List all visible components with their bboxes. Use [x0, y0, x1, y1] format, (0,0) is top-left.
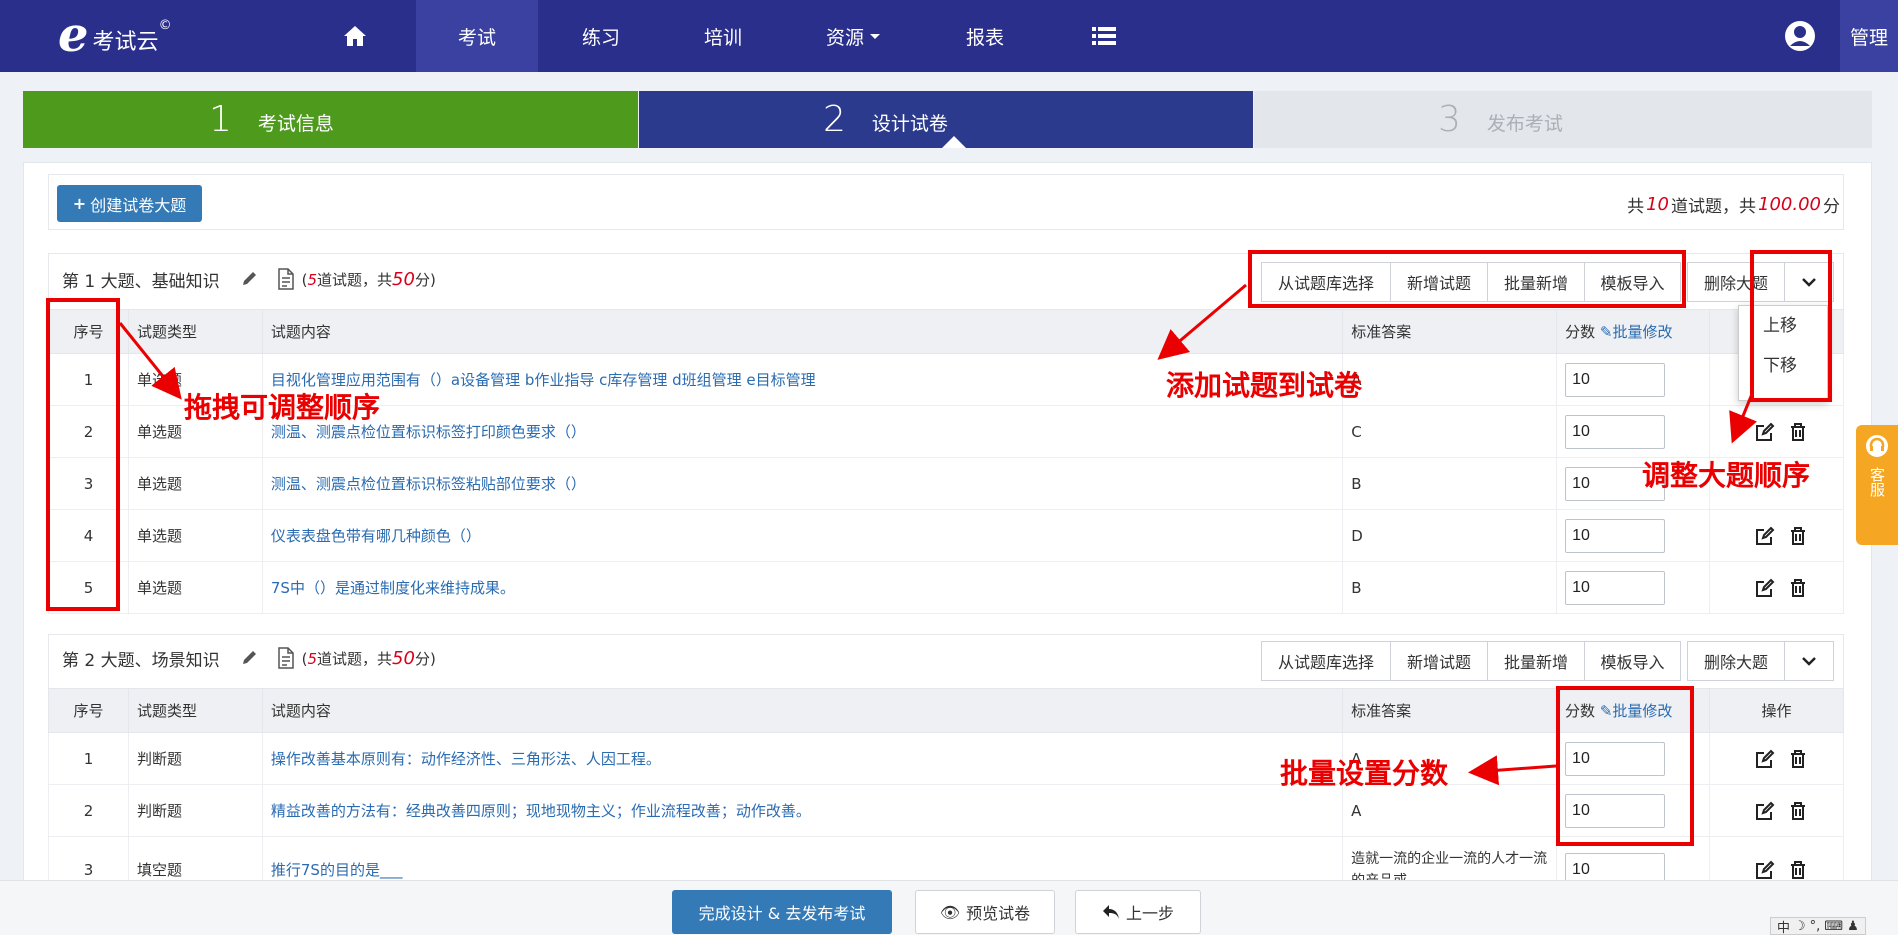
finish-design-button[interactable]: 完成设计 & 去发布考试	[672, 890, 892, 934]
preview-label: 预览试卷	[966, 904, 1031, 923]
back-label: 上一步	[1125, 904, 1174, 923]
punct-icon: °,	[1809, 918, 1821, 934]
annotation-drag: 拖拽可调整顺序	[184, 391, 381, 424]
customer-service-tab[interactable]: 客服	[1856, 425, 1898, 545]
eye-icon: 👁	[939, 902, 961, 922]
service-label: 客服	[1868, 467, 1886, 497]
annotation-batch: 批量设置分数	[1280, 757, 1449, 790]
ime-language: 中	[1777, 920, 1791, 935]
preview-paper-button[interactable]: 👁 预览试卷	[915, 890, 1055, 934]
annotation-order: 调整大题顺序	[1642, 459, 1811, 492]
previous-step-button[interactable]: 上一步	[1075, 890, 1201, 934]
annotation-arrows	[118, 283, 1757, 786]
moon-icon: ☽	[1794, 918, 1806, 934]
keyboard-icon: ⌨	[1824, 918, 1844, 934]
annotation-add: 添加试题到试卷	[1166, 369, 1363, 402]
headset-icon	[1866, 435, 1888, 457]
reply-arrow-icon	[1102, 905, 1119, 919]
ime-status-bar[interactable]: 中 ☽ °, ⌨ ♟	[1770, 917, 1866, 935]
person-icon: ♟	[1847, 918, 1859, 934]
